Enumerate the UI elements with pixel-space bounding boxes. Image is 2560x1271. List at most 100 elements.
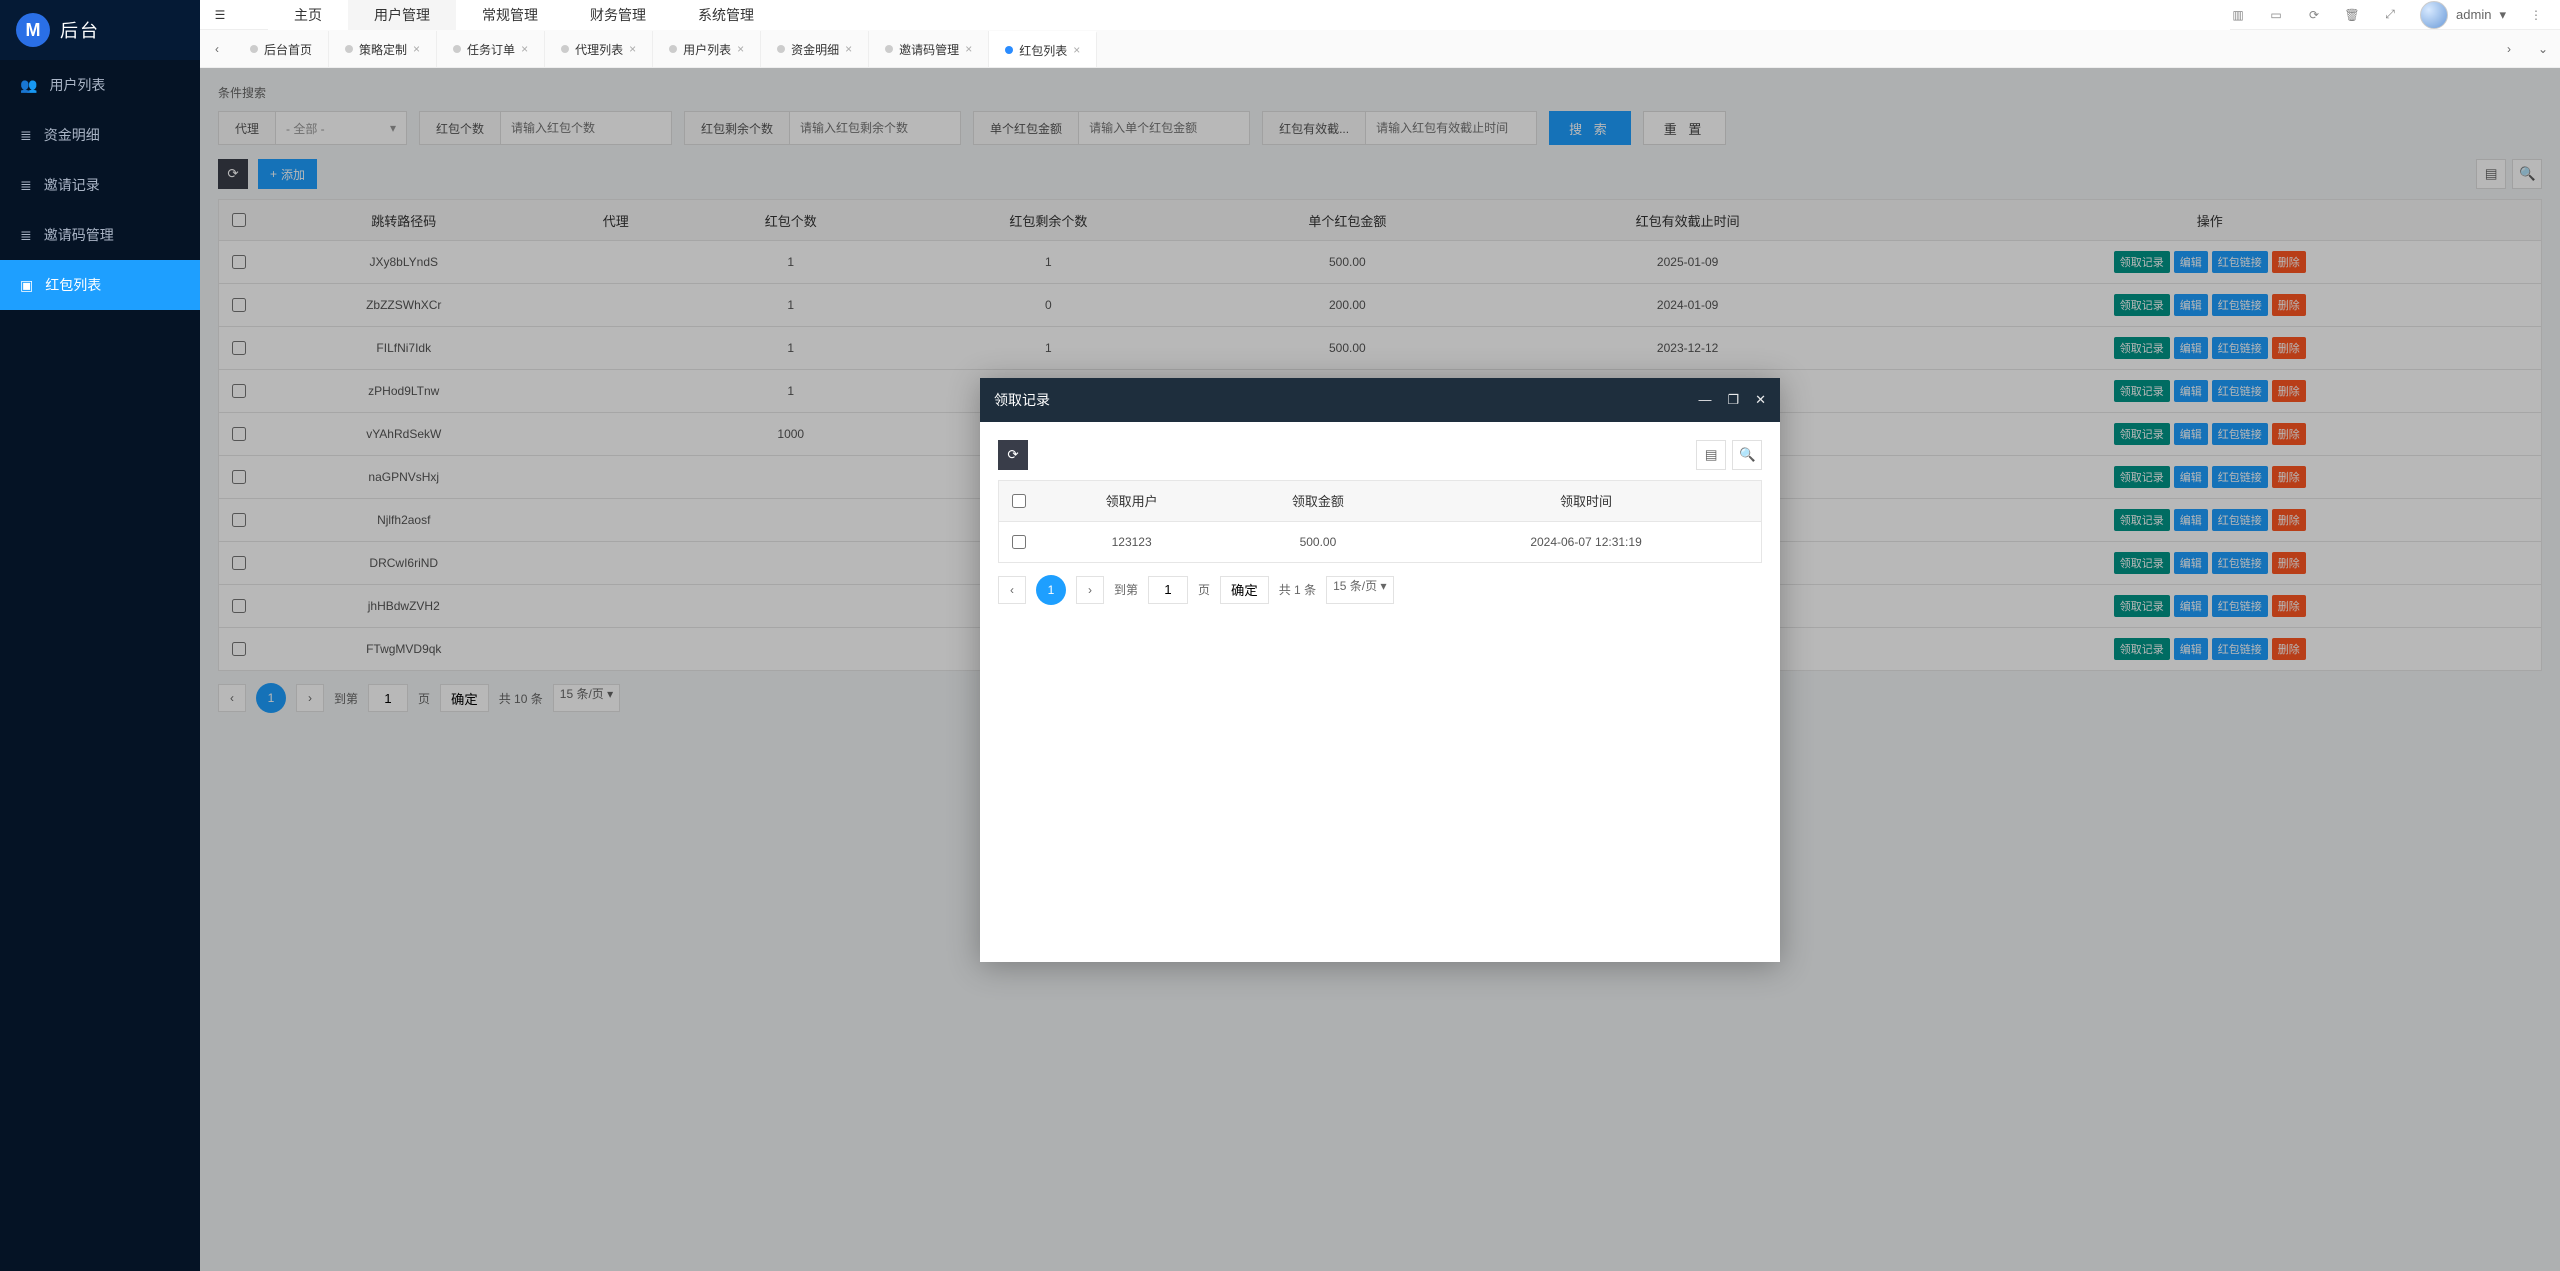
tab-home[interactable]: 后台首页: [234, 31, 329, 67]
more-icon[interactable]: ⋮: [2528, 7, 2544, 23]
dialog-pager-per-page-value: 15 条/页: [1333, 579, 1377, 593]
sidebar-item-user-list[interactable]: 👥 用户列表: [0, 60, 200, 110]
close-icon[interactable]: ×: [737, 42, 744, 56]
topmenu-general-manage[interactable]: 常规管理: [456, 0, 564, 30]
tab-dot-icon: [1005, 46, 1013, 54]
sidebar-item-label: 邀请码管理: [44, 225, 114, 245]
refresh-icon[interactable]: ⟳: [2306, 7, 2322, 23]
tab-dot-icon: [777, 45, 785, 53]
sidebar-item-label: 红包列表: [45, 275, 101, 295]
cell-user: 123123: [1039, 521, 1225, 562]
tab-menu-button[interactable]: ⌄: [2526, 30, 2560, 67]
tab-label: 任务订单: [467, 41, 515, 58]
dialog-pager-prev[interactable]: ‹: [998, 576, 1026, 604]
dialog-row-checkbox[interactable]: [1012, 535, 1026, 549]
avatar: [2420, 1, 2448, 29]
tab-strategy[interactable]: 策略定制×: [329, 31, 437, 67]
dialog-columns-button[interactable]: ▤: [1696, 440, 1726, 470]
dialog-pager-next[interactable]: ›: [1076, 576, 1104, 604]
tab-label: 用户列表: [683, 41, 731, 58]
tab-scroll-right[interactable]: ›: [2492, 30, 2526, 67]
tab-agent-list[interactable]: 代理列表 ×: [545, 31, 653, 67]
tab-dot-icon: [669, 45, 677, 53]
tab-label: 代理列表: [575, 41, 623, 58]
tab-dot-icon: [561, 45, 569, 53]
dialog-pager-per-page-select[interactable]: 15 条/页 ▾: [1326, 576, 1393, 604]
dialog-pager-current[interactable]: 1: [1036, 575, 1066, 605]
dialog-pager-confirm-button[interactable]: 确定: [1220, 576, 1269, 604]
dialog-pager-total-prefix: 共: [1279, 583, 1291, 597]
topmenu-finance-manage[interactable]: 财务管理: [564, 0, 672, 30]
dialog-maximize-button[interactable]: ❐: [1727, 392, 1739, 408]
columns-icon: ▤: [1705, 447, 1718, 462]
list-icon: ≣: [20, 127, 32, 144]
sidebar-item-label: 资金明细: [44, 125, 100, 145]
dialog-pager-to-label: 到第: [1114, 581, 1138, 598]
tab-label: 红包列表: [1019, 42, 1067, 59]
tab-task-order[interactable]: 任务订单 ×: [437, 31, 545, 67]
chevron-down-icon: ▾: [2499, 7, 2506, 23]
close-icon[interactable]: ×: [413, 42, 420, 56]
close-icon[interactable]: ×: [965, 42, 972, 56]
sidebar-toggle-button[interactable]: ☰: [200, 0, 240, 29]
close-icon[interactable]: ×: [521, 42, 528, 56]
claim-record-table: 领取用户 领取金额 领取时间 123123 500.00: [998, 480, 1762, 563]
close-icon[interactable]: ×: [845, 42, 852, 56]
sidebar-item-label: 用户列表: [49, 75, 105, 95]
tab-invite-code[interactable]: 邀请码管理 ×: [869, 31, 989, 67]
dialog-titlebar: 领取记录 — ❐ ✕: [980, 378, 1780, 422]
dialog-title: 领取记录: [994, 390, 1050, 410]
brand-logo: M: [16, 13, 50, 47]
dialog-pager-page-input[interactable]: [1148, 576, 1188, 604]
dlg-col-user: 领取用户: [1039, 480, 1225, 521]
topmenu-home[interactable]: 主页: [268, 0, 348, 30]
dialog-pager-total-value: 1: [1294, 583, 1301, 597]
chart-icon[interactable]: ▥: [2230, 7, 2246, 23]
tab-red-packet-list[interactable]: 红包列表 ×: [989, 31, 1097, 67]
tab-bar: ‹ 后台首页 策略定制× 任务订单 × 代理列表 × 用户列表 × 资金明细 × 邀请码…: [200, 30, 2560, 68]
dialog-pager-page-unit: 页: [1198, 581, 1210, 598]
trash-icon[interactable]: 🗑: [2344, 7, 2360, 23]
account-menu[interactable]: admin ▾: [2420, 1, 2506, 29]
chevron-down-icon: ▾: [1380, 579, 1386, 593]
cell-amount: 500.00: [1225, 521, 1411, 562]
dialog-toolbar: ⟳ ▤ 🔍: [998, 440, 1762, 470]
sidebar-item-invite-record[interactable]: ≣ 邀请记录: [0, 160, 200, 210]
content-area: 条件搜索 代理 - 全部 - ▾ 红包个数 红包剩余个数: [200, 68, 2560, 1271]
tab-label: 资金明细: [791, 41, 839, 58]
close-icon[interactable]: ×: [1073, 43, 1080, 57]
claim-record-dialog: 领取记录 — ❐ ✕ ⟳ ▤ 🔍: [980, 378, 1780, 962]
dialog-close-button[interactable]: ✕: [1755, 392, 1766, 408]
tab-user-list[interactable]: 用户列表 ×: [653, 31, 761, 67]
dialog-pager-total-suffix: 条: [1304, 583, 1316, 597]
dialog-select-all-checkbox[interactable]: [1012, 494, 1026, 508]
dialog-minimize-button[interactable]: —: [1698, 392, 1711, 408]
tab-dot-icon: [250, 45, 258, 53]
dialog-refresh-button[interactable]: ⟳: [998, 440, 1028, 470]
sidebar-item-red-packet-list[interactable]: ▣ 红包列表: [0, 260, 200, 310]
search-icon: 🔍: [1739, 447, 1756, 462]
sidebar-item-invite-code[interactable]: ≣ 邀请码管理: [0, 210, 200, 260]
topmenu-user-manage[interactable]: 用户管理: [348, 0, 456, 30]
tab-label: 邀请码管理: [899, 41, 959, 58]
sidebar-item-fund-detail[interactable]: ≣ 资金明细: [0, 110, 200, 160]
tab-dot-icon: [453, 45, 461, 53]
tab-dot-icon: [345, 45, 353, 53]
brand-title: 后台: [60, 17, 100, 43]
tab-label: 后台首页: [264, 41, 312, 58]
tab-scroll-left[interactable]: ‹: [200, 30, 234, 67]
topmenu-system-manage[interactable]: 系统管理: [672, 0, 780, 30]
card-icon[interactable]: ▭: [2268, 7, 2284, 23]
tab-fund-detail[interactable]: 资金明细 ×: [761, 31, 869, 67]
tab-dot-icon: [885, 45, 893, 53]
sidebar-item-label: 邀请记录: [44, 175, 100, 195]
list-icon: ≣: [20, 177, 32, 194]
close-icon[interactable]: ×: [629, 42, 636, 56]
brand-block: M 后台: [0, 0, 200, 60]
users-icon: 👥: [20, 77, 37, 94]
dialog-pager: ‹ 1 › 到第 页 确定 共 1 条: [998, 575, 1762, 605]
fullscreen-icon[interactable]: ⤢: [2382, 7, 2398, 23]
dialog-search-button[interactable]: 🔍: [1732, 440, 1762, 470]
dlg-col-time: 领取时间: [1411, 480, 1761, 521]
cell-time: 2024-06-07 12:31:19: [1411, 521, 1761, 562]
